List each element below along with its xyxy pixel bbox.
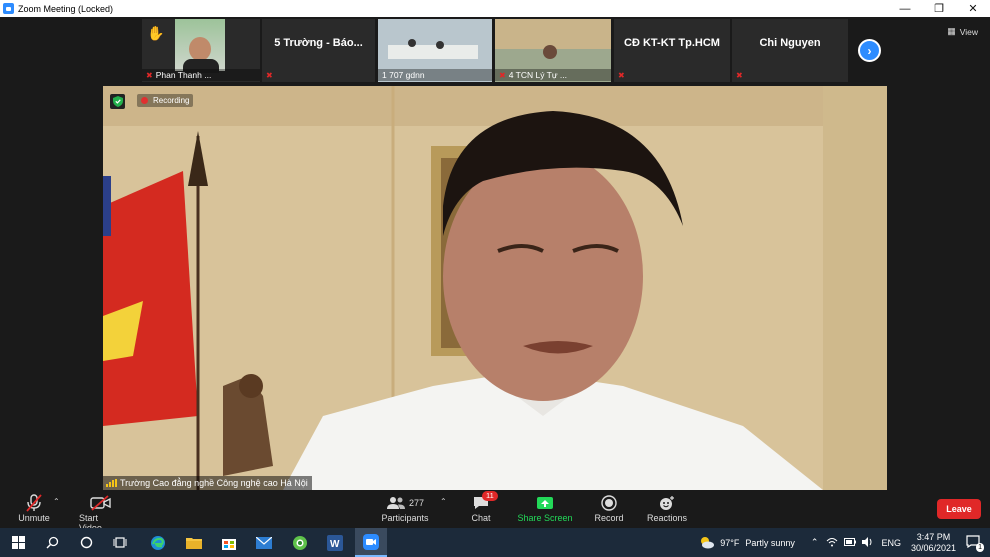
- participant-tile[interactable]: Chi Nguyen ✖: [732, 19, 848, 82]
- speaker-video: Recording Trường Cao đẳng nghề Công nghệ…: [103, 86, 887, 490]
- mic-muted-icon: ✖: [736, 70, 743, 80]
- input-language[interactable]: ENG: [881, 538, 901, 548]
- participant-tile[interactable]: ✖ 4 TCN Lý Tự ...: [495, 19, 611, 82]
- participant-name: 4 TCN Lý Tự ...: [508, 70, 567, 80]
- video-off-icon: [90, 493, 112, 513]
- mail-icon[interactable]: [248, 528, 280, 557]
- participant-tile[interactable]: CĐ KT-KT Tp.HCM ✖: [614, 19, 730, 82]
- file-explorer-icon[interactable]: [178, 528, 210, 557]
- reactions-button[interactable]: Reactions: [647, 493, 687, 523]
- view-button[interactable]: ▦ View: [947, 26, 978, 37]
- mic-muted-icon: [26, 493, 42, 513]
- participants-options-caret-icon[interactable]: ⌃: [440, 497, 447, 506]
- participant-tile[interactable]: ✋ ✖ Phan Thanh ...: [142, 19, 260, 82]
- system-tray: 97°F Partly sunny ⌃ ENG 3:47 PM 30/06/20…: [698, 528, 990, 557]
- notification-count: 1: [976, 543, 984, 552]
- restore-button[interactable]: ❐: [922, 0, 956, 17]
- participant-name: 1 707 gdnn: [382, 70, 425, 80]
- reactions-icon: [658, 493, 676, 513]
- notifications-icon[interactable]: 1: [966, 535, 984, 552]
- participant-name: 5 Trường - Báo...: [274, 37, 363, 49]
- share-screen-button[interactable]: Share Screen: [517, 493, 573, 523]
- mic-muted-icon: ✖: [618, 70, 625, 80]
- participant-strip: ✋ ✖ Phan Thanh ... 5 Trường - Báo... ✖ 1 …: [0, 17, 990, 85]
- clock[interactable]: 3:47 PM 30/06/2021: [911, 532, 956, 554]
- meeting-toolbar: Unmute ⌃ Start Video 277 Participants ⌃ …: [0, 491, 990, 533]
- participants-button[interactable]: 277 Participants: [381, 493, 429, 523]
- word-icon[interactable]: W: [319, 528, 351, 557]
- audio-level-icon: [106, 479, 117, 487]
- record-button[interactable]: Record: [594, 493, 624, 523]
- chat-badge: 11: [482, 491, 498, 501]
- share-screen-label: Share Screen: [517, 513, 573, 523]
- mic-muted-icon: ✖: [499, 70, 506, 80]
- chat-label: Chat: [471, 513, 491, 523]
- speaker-video-frame: [103, 86, 887, 490]
- security-shield-icon[interactable]: [110, 94, 125, 109]
- participant-video: [388, 45, 478, 59]
- unmute-label: Unmute: [18, 513, 50, 523]
- recording-dot-icon: [141, 97, 148, 104]
- audio-options-caret-icon[interactable]: ⌃: [53, 497, 60, 506]
- unmute-button[interactable]: Unmute: [17, 493, 51, 523]
- grid-view-icon: ▦: [947, 26, 956, 36]
- participant-name: Chi Nguyen: [759, 37, 821, 49]
- edge-browser-icon[interactable]: [142, 528, 174, 557]
- chat-icon: 11: [472, 491, 498, 513]
- raised-hand-icon: ✋: [147, 25, 165, 41]
- window-controls: — ❐ ✕: [888, 0, 990, 17]
- temperature[interactable]: 97°F: [720, 538, 739, 548]
- participant-video: [495, 19, 611, 49]
- minimize-button[interactable]: —: [888, 0, 922, 17]
- reactions-label: Reactions: [646, 513, 688, 523]
- chevron-right-icon: ›: [867, 43, 872, 58]
- participant-video: [175, 19, 225, 73]
- next-page-button[interactable]: ›: [858, 39, 881, 62]
- weather-text[interactable]: Partly sunny: [745, 538, 795, 548]
- wifi-icon[interactable]: [826, 537, 838, 549]
- close-button[interactable]: ✕: [956, 0, 990, 17]
- recording-indicator[interactable]: Recording: [137, 94, 194, 107]
- record-icon: [601, 493, 617, 513]
- view-label: View: [959, 26, 978, 37]
- battery-icon[interactable]: [844, 537, 857, 548]
- clock-date: 30/06/2021: [910, 542, 956, 553]
- browser-app-icon[interactable]: [284, 528, 316, 557]
- svg-text:W: W: [330, 539, 340, 550]
- volume-icon[interactable]: [862, 536, 873, 549]
- zoom-taskbar-icon[interactable]: [355, 528, 387, 557]
- task-view-icon[interactable]: [104, 528, 136, 557]
- cortana-icon[interactable]: [70, 528, 102, 557]
- mic-muted-icon: ✖: [266, 70, 273, 80]
- os-taskbar: W 97°F Partly sunny ⌃ ENG 3:47 PM 30/06/…: [0, 528, 990, 557]
- participants-label: Participants: [381, 513, 429, 523]
- participant-name: Phan Thanh ...: [155, 70, 212, 80]
- weather-icon[interactable]: [698, 535, 715, 551]
- participant-tile[interactable]: 5 Trường - Báo... ✖: [262, 19, 375, 82]
- windows-start-icon[interactable]: [2, 528, 34, 557]
- mic-muted-icon: ✖: [146, 70, 153, 80]
- participants-count: 277: [408, 498, 425, 508]
- store-icon[interactable]: [213, 528, 245, 557]
- speaker-name-tag: Trường Cao đẳng nghề Công nghệ cao Hà Nộ…: [103, 476, 312, 490]
- participant-name: CĐ KT-KT Tp.HCM: [624, 37, 720, 49]
- leave-button[interactable]: Leave: [937, 499, 981, 519]
- speaker-name: Trường Cao đẳng nghề Công nghệ cao Hà Nộ…: [120, 478, 308, 488]
- window-title: Zoom Meeting (Locked): [18, 3, 114, 14]
- zoom-logo-icon: [3, 3, 14, 14]
- chevron-up-icon[interactable]: ⌃: [811, 537, 819, 548]
- start-video-button[interactable]: Start Video: [79, 493, 123, 533]
- record-label: Record: [594, 513, 624, 523]
- recording-label: Recording: [153, 96, 190, 105]
- window-titlebar: Zoom Meeting (Locked) — ❐ ✕: [0, 0, 990, 17]
- participant-tile[interactable]: 1 707 gdnn: [378, 19, 492, 82]
- chat-button[interactable]: 11 Chat: [470, 491, 498, 523]
- clock-time: 3:47 PM: [916, 531, 951, 542]
- search-icon[interactable]: [36, 528, 68, 557]
- participants-icon: [386, 497, 405, 509]
- share-screen-icon: [536, 493, 554, 513]
